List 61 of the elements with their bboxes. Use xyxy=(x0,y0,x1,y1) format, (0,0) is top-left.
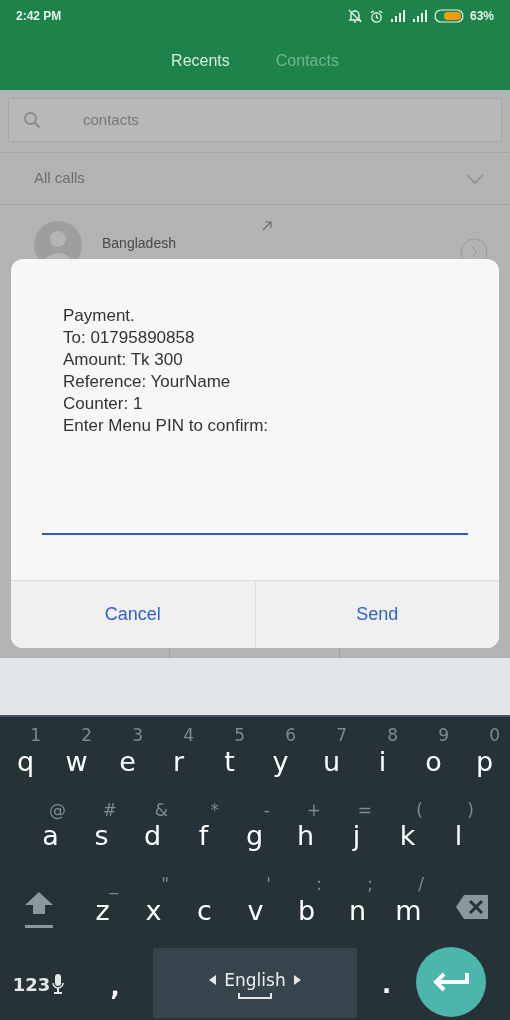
keyboard-key[interactable]: ( k xyxy=(382,791,433,867)
left-arrow-icon xyxy=(209,975,217,986)
battery-icon xyxy=(433,9,464,23)
keyboard-key[interactable]: _ z xyxy=(77,866,128,941)
signal-icon xyxy=(389,10,406,22)
keyboard-key[interactable]: 5 t xyxy=(204,717,255,792)
search-input[interactable]: contacts xyxy=(83,108,383,132)
backspace-icon xyxy=(456,895,488,920)
dialog-message-line: Amount: Tk 300 xyxy=(63,349,184,371)
keyboard-key[interactable]: 6 y xyxy=(255,717,306,792)
bell-off-icon xyxy=(346,8,363,24)
keyboard-key[interactable]: * f xyxy=(178,791,229,867)
keyboard-key[interactable]: & d xyxy=(127,791,178,867)
keyboard-key[interactable]: ; n xyxy=(332,866,383,941)
microphone-icon xyxy=(52,974,65,995)
keyboard-key[interactable]: @ a xyxy=(25,791,76,867)
keyboard-key[interactable]: c xyxy=(179,866,230,941)
keyboard-key[interactable]: : b xyxy=(281,866,332,941)
dialog-message-line: Enter Menu PIN to confirm: xyxy=(63,415,270,437)
dialog-message-line: Counter: 1 xyxy=(63,393,144,415)
keyboard-key[interactable]: 2 w xyxy=(51,717,102,792)
keyboard-key[interactable]: ' v xyxy=(230,866,281,941)
keyboard-key[interactable]: 3 e xyxy=(102,717,153,792)
search-icon xyxy=(23,111,41,129)
period-key[interactable]: . xyxy=(357,940,416,1020)
keyboard-key[interactable]: " x xyxy=(128,866,179,941)
right-arrow-icon xyxy=(293,975,301,986)
comma-key[interactable]: , xyxy=(77,940,153,1020)
keyboard-key[interactable]: + h xyxy=(280,791,331,867)
symbols-key[interactable]: 123 xyxy=(0,940,77,1020)
status-time: 2:42 PM xyxy=(16,8,62,25)
battery-percent: 63% xyxy=(469,8,494,25)
dialog-message-line: Payment. xyxy=(63,305,136,327)
keyboard-key[interactable]: 1 q xyxy=(0,717,51,792)
enter-arrow-icon xyxy=(432,971,470,994)
filter-label: All calls xyxy=(34,168,85,189)
signal-icon xyxy=(411,10,428,22)
keyboard-key[interactable]: - g xyxy=(229,791,280,867)
keyboard-key[interactable]: 7 u xyxy=(306,717,357,792)
search-field[interactable]: contacts xyxy=(8,98,502,142)
tab[interactable]: Recents xyxy=(171,49,230,73)
keyboard-key[interactable]: = j xyxy=(331,791,382,867)
keyboard-key[interactable]: 8 i xyxy=(357,717,408,792)
caps-lock-indicator-icon xyxy=(24,924,53,928)
dialog-message-line: To: 01795890858 xyxy=(63,327,196,349)
alarm-clock-icon xyxy=(368,8,384,24)
call-subtitle: Bangladesh xyxy=(102,234,177,253)
keyboard-key[interactable]: 4 r xyxy=(153,717,204,792)
dialog-message-line: Reference: YourName xyxy=(63,371,232,393)
dialog-button[interactable]: Cancel xyxy=(11,581,255,648)
space-bar[interactable]: English xyxy=(153,948,357,1019)
outgoing-call-icon xyxy=(262,221,272,231)
keyboard-key[interactable]: 0 p xyxy=(459,717,510,792)
shift-arrow-icon xyxy=(23,890,54,915)
space-icon xyxy=(238,993,272,1000)
keyboard-key[interactable]: 9 o xyxy=(408,717,459,792)
keyboard-key[interactable]: / m xyxy=(383,866,434,941)
chevron-down-icon xyxy=(466,173,484,184)
keyboard-key[interactable]: ) l xyxy=(433,791,484,867)
keyboard-key[interactable]: # s xyxy=(76,791,127,867)
dialog-button[interactable]: Send xyxy=(254,581,499,648)
